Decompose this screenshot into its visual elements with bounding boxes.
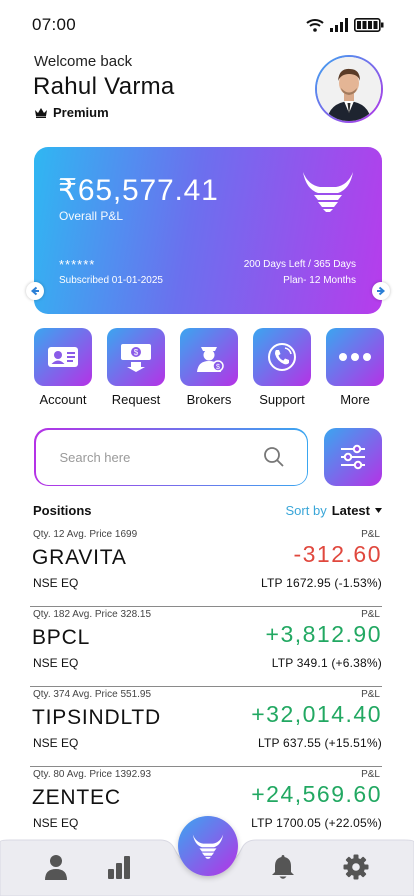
home-fab-button[interactable] xyxy=(178,816,238,876)
nav-settings[interactable] xyxy=(343,854,369,880)
search-input[interactable] xyxy=(59,449,263,465)
request-tile[interactable]: $ xyxy=(107,328,165,386)
position-exchange: NSE EQ xyxy=(33,816,79,830)
sliders-icon xyxy=(341,444,365,470)
more-dots-icon xyxy=(339,353,371,361)
bell-icon xyxy=(272,855,294,879)
support-phone-icon xyxy=(268,343,296,371)
position-row[interactable]: Qty. 182 Avg. Price 328.15 P&L BPCL +3,8… xyxy=(30,607,382,687)
position-ltp: LTP 1672.95 (-1.53%) xyxy=(261,576,382,590)
avatar-image xyxy=(317,57,381,121)
position-meta: Qty. 80 Avg. Price 1392.93 xyxy=(33,769,152,780)
position-exchange: NSE EQ xyxy=(33,576,79,590)
nav-stats[interactable] xyxy=(106,854,132,880)
chart-icon xyxy=(108,856,130,879)
status-bar: 07:00 xyxy=(32,14,384,36)
crown-icon xyxy=(35,108,47,118)
sort-label: Sort by xyxy=(285,503,327,518)
action-more[interactable]: More xyxy=(326,328,384,407)
account-tile[interactable] xyxy=(34,328,92,386)
position-ltp: LTP 349.1 (+6.38%) xyxy=(271,656,382,670)
position-row[interactable]: Qty. 374 Avg. Price 551.95 P&L TIPSINDLT… xyxy=(30,687,382,767)
position-pnl: +32,014.40 xyxy=(251,701,382,727)
position-pnl: +24,569.60 xyxy=(251,781,382,807)
position-symbol: BPCL xyxy=(32,626,91,649)
carousel-prev-button[interactable] xyxy=(26,282,44,300)
quick-actions: Account $ Request $ Brokers Support More xyxy=(34,328,384,407)
action-label: Account xyxy=(39,392,87,407)
nav-notifications[interactable] xyxy=(270,854,296,880)
action-label: More xyxy=(340,392,370,407)
position-row[interactable]: Qty. 12 Avg. Price 1699 P&L GRAVITA -312… xyxy=(30,527,382,607)
position-meta: Qty. 12 Avg. Price 1699 xyxy=(33,529,138,540)
avatar[interactable] xyxy=(315,55,383,123)
nav-profile[interactable] xyxy=(43,854,69,880)
action-label: Support xyxy=(259,392,305,407)
days-left: 200 Days Left / 365 Days xyxy=(243,259,356,270)
bull-logo-icon xyxy=(303,172,353,212)
account-card-icon xyxy=(48,347,78,367)
pl-label: P&L xyxy=(361,529,380,540)
cash-request-icon: $ xyxy=(121,344,151,372)
sort-value: Latest xyxy=(331,503,370,518)
status-icons xyxy=(306,18,384,32)
position-ltp: LTP 1700.05 (+22.05%) xyxy=(251,816,382,830)
carousel-next-button[interactable] xyxy=(372,282,390,300)
plan-badge: Premium xyxy=(34,105,109,120)
brokers-tile[interactable]: $ xyxy=(180,328,238,386)
position-pnl: -312.60 xyxy=(293,541,382,567)
user-name: Rahul Varma xyxy=(33,73,175,100)
positions-title: Positions xyxy=(33,503,92,518)
settings-icon xyxy=(343,854,369,880)
position-symbol: GRAVITA xyxy=(32,546,127,569)
arrow-left-icon xyxy=(30,286,39,296)
battery-icon xyxy=(354,18,384,32)
plan-badge-label: Premium xyxy=(53,105,109,120)
plan-length: Plan- 12 Months xyxy=(283,275,356,286)
position-symbol: TIPSINDLTD xyxy=(32,706,161,729)
pl-label: P&L xyxy=(361,609,380,620)
action-label: Request xyxy=(111,392,161,407)
profile-icon xyxy=(45,855,67,880)
more-tile[interactable] xyxy=(326,328,384,386)
action-brokers[interactable]: $ Brokers xyxy=(180,328,238,407)
arrow-right-icon xyxy=(377,286,386,296)
subscribed-date: Subscribed 01-01-2025 xyxy=(59,275,163,286)
action-request[interactable]: $ Request xyxy=(107,328,165,407)
filter-button[interactable] xyxy=(324,428,382,486)
position-exchange: NSE EQ xyxy=(33,656,79,670)
action-account[interactable]: Account xyxy=(34,328,92,407)
position-meta: Qty. 182 Avg. Price 328.15 xyxy=(33,609,152,620)
support-tile[interactable] xyxy=(253,328,311,386)
broker-icon: $ xyxy=(197,347,224,372)
status-time: 07:00 xyxy=(32,15,77,34)
pl-label: P&L xyxy=(361,769,380,780)
pnl-summary-card[interactable]: ₹65,577.41 Overall P&L ****** Subscribed… xyxy=(34,147,382,314)
wifi-icon xyxy=(306,19,324,32)
position-meta: Qty. 374 Avg. Price 551.95 xyxy=(33,689,152,700)
position-ltp: LTP 637.55 (+15.51%) xyxy=(258,736,382,750)
search-inner xyxy=(35,429,307,485)
welcome-text: Welcome back xyxy=(34,53,133,70)
overall-pnl-amount: ₹65,577.41 xyxy=(58,174,219,207)
signal-icon xyxy=(330,18,348,32)
action-label: Brokers xyxy=(186,392,232,407)
action-support[interactable]: Support xyxy=(253,328,311,407)
bull-logo-icon xyxy=(192,834,224,859)
position-exchange: NSE EQ xyxy=(33,736,79,750)
pl-label: P&L xyxy=(361,689,380,700)
svg-text:$: $ xyxy=(134,348,139,357)
positions-list: Qty. 12 Avg. Price 1699 P&L GRAVITA -312… xyxy=(30,527,382,847)
search-icon[interactable] xyxy=(263,446,285,468)
sort-control[interactable]: Sort by Latest xyxy=(286,503,382,518)
position-pnl: +3,812.90 xyxy=(265,621,382,647)
overall-pnl-label: Overall P&L xyxy=(59,209,124,223)
position-symbol: ZENTEC xyxy=(32,786,121,809)
search-box xyxy=(34,428,308,486)
masked-value: ****** xyxy=(59,257,96,272)
svg-text:$: $ xyxy=(216,364,220,371)
caret-down-icon xyxy=(375,508,382,513)
